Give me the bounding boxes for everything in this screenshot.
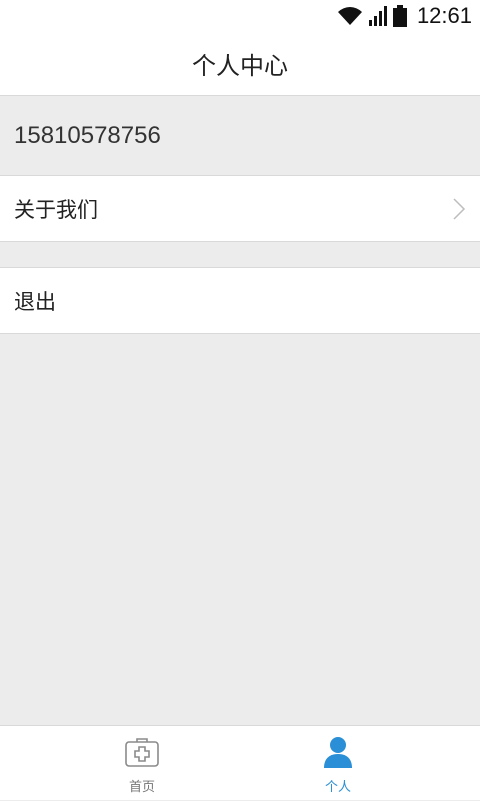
status-bar: 12:61 [0,0,480,32]
phone-number: 15810578756 [14,121,161,149]
chevron-right-icon [453,197,466,220]
status-time: 12:61 [416,3,472,28]
phone-number-row: 15810578756 [0,96,480,176]
tab-bar: 首页 个人 [0,725,480,800]
user-icon [324,737,352,768]
page-title: 个人中心 [192,52,288,80]
title-bar: 个人中心 [0,32,480,96]
logout-item[interactable]: 退出 [0,267,480,334]
medical-kit-icon [125,738,159,767]
logout-label: 退出 [14,289,56,314]
about-us-item[interactable]: 关于我们 [0,176,480,242]
wifi-icon [337,7,362,25]
signal-icon [368,6,387,26]
about-us-label: 关于我们 [14,197,98,222]
tab-me-label: 个人 [324,780,351,795]
tab-me[interactable]: 个人 [218,726,458,801]
status-icons: 12:61 [337,3,472,28]
battery-icon [392,5,407,27]
